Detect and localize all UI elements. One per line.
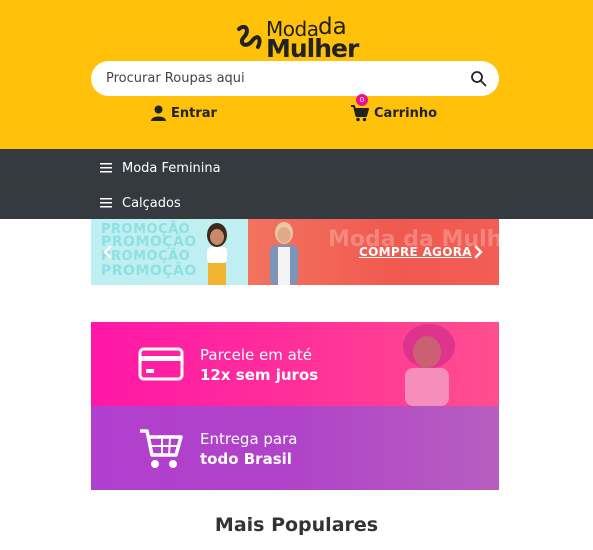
model-photo bbox=[207, 223, 227, 285]
delivery-line2: todo Brasil bbox=[200, 450, 292, 468]
chevron-left-icon[interactable] bbox=[101, 245, 115, 259]
installments-line2: 12x sem juros bbox=[200, 366, 319, 384]
search-bar bbox=[91, 61, 499, 96]
chevron-right-icon[interactable] bbox=[471, 245, 485, 259]
credit-card-icon bbox=[138, 347, 184, 381]
promo-slide-right: Moda da Mulher COMPRE AGORA bbox=[248, 219, 499, 285]
search-input[interactable] bbox=[106, 61, 456, 96]
shop-now-link[interactable]: COMPRE AGORA bbox=[359, 245, 472, 259]
cart-label: Carrinho bbox=[374, 105, 438, 121]
promo-word: PROMOÇÃO bbox=[101, 234, 197, 250]
model-photo bbox=[403, 324, 455, 406]
promo-word: PROMOÇÃO bbox=[101, 263, 197, 279]
nav-item-label: Moda Feminina bbox=[122, 160, 221, 176]
delivery-line1: Entrega para bbox=[200, 430, 298, 448]
logo-word-mulher: Mulher bbox=[266, 34, 359, 63]
category-nav bbox=[0, 149, 593, 219]
menu-icon bbox=[100, 198, 112, 208]
menu-icon bbox=[100, 163, 112, 173]
cart-link[interactable]: Carrinho bbox=[351, 103, 437, 123]
site-logo[interactable]: Moda da Mulher bbox=[236, 14, 359, 63]
nav-item-label: Calçados bbox=[122, 195, 181, 211]
login-link[interactable]: Entrar bbox=[151, 103, 217, 123]
login-label: Entrar bbox=[171, 105, 217, 121]
nav-item-calcados[interactable]: Calçados bbox=[100, 193, 181, 213]
site-header: Moda da Mulher Entrar Carrinho 0 bbox=[0, 0, 593, 149]
cart-icon bbox=[351, 104, 369, 121]
section-title: Mais Populares bbox=[214, 514, 379, 536]
installments-line1: Parcele em até bbox=[200, 346, 312, 364]
delivery-card[interactable]: Entrega para todo Brasil bbox=[91, 406, 499, 490]
cart-count-badge: 0 bbox=[356, 94, 368, 106]
installments-card[interactable]: Parcele em até 12x sem juros bbox=[91, 322, 499, 406]
logo-mark-icon bbox=[237, 24, 262, 49]
shopping-cart-icon bbox=[140, 429, 183, 468]
search-icon[interactable] bbox=[470, 70, 487, 87]
nav-item-moda-feminina[interactable]: Moda Feminina bbox=[100, 158, 221, 178]
model-photo bbox=[270, 222, 298, 285]
user-icon bbox=[151, 105, 166, 121]
promo-carousel[interactable]: PROMOÇÃO PROMOÇÃO PROMOÇÃO PROMOÇÃO Moda… bbox=[91, 219, 499, 285]
